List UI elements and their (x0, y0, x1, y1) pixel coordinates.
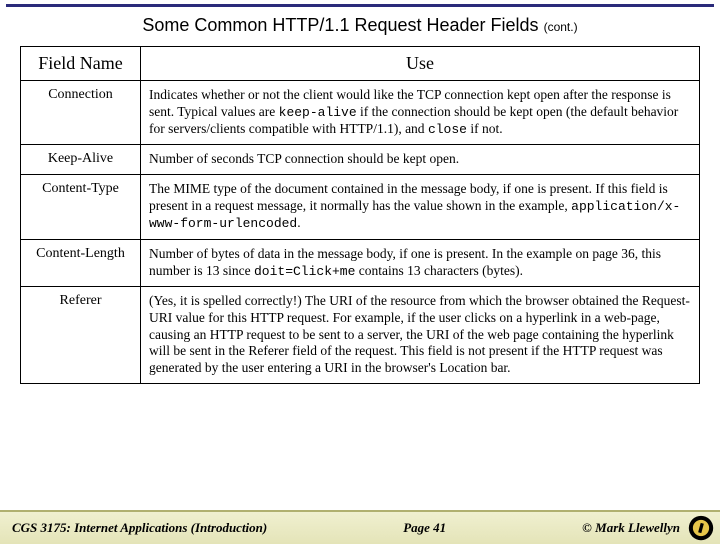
cell-field-name: Connection (21, 81, 141, 145)
cell-use: Indicates whether or not the client woul… (141, 81, 700, 145)
col-use: Use (141, 47, 700, 81)
footer-page: Page 41 (267, 520, 582, 536)
slide-title: Some Common HTTP/1.1 Request Header Fiel… (0, 15, 720, 36)
cell-use: Number of bytes of data in the message b… (141, 239, 700, 286)
col-field-name: Field Name (21, 47, 141, 81)
table-row: Referer(Yes, it is spelled correctly!) T… (21, 286, 700, 383)
top-rule (6, 4, 714, 7)
title-cont: (cont.) (544, 20, 578, 34)
ucf-logo-icon (688, 515, 714, 541)
cell-field-name: Content-Type (21, 175, 141, 239)
table-row: Content-TypeThe MIME type of the documen… (21, 175, 700, 239)
cell-use: The MIME type of the document contained … (141, 175, 700, 239)
footer-course: CGS 3175: Internet Applications (Introdu… (0, 520, 267, 536)
cell-field-name: Content-Length (21, 239, 141, 286)
footer-copyright: © Mark Llewellyn (582, 520, 688, 536)
cell-field-name: Keep-Alive (21, 145, 141, 175)
title-text: Some Common HTTP/1.1 Request Header Fiel… (142, 15, 538, 35)
cell-use: (Yes, it is spelled correctly!) The URI … (141, 286, 700, 383)
cell-use: Number of seconds TCP connection should … (141, 145, 700, 175)
table-body: ConnectionIndicates whether or not the c… (21, 81, 700, 384)
headers-table: Field Name Use ConnectionIndicates wheth… (20, 46, 700, 384)
table-row: ConnectionIndicates whether or not the c… (21, 81, 700, 145)
table-row: Keep-AliveNumber of seconds TCP connecti… (21, 145, 700, 175)
table-header-row: Field Name Use (21, 47, 700, 81)
footer-bar: CGS 3175: Internet Applications (Introdu… (0, 510, 720, 544)
table-row: Content-LengthNumber of bytes of data in… (21, 239, 700, 286)
cell-field-name: Referer (21, 286, 141, 383)
